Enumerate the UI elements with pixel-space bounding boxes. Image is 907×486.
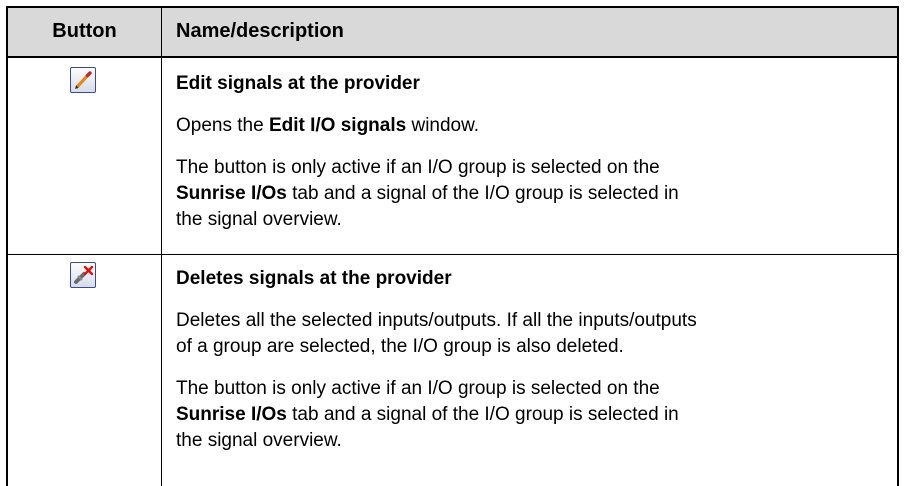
row-title: Deletes signals at the provider bbox=[176, 268, 452, 289]
table-border-right bbox=[897, 6, 899, 486]
table-border-top bbox=[6, 6, 899, 8]
column-divider bbox=[161, 6, 162, 486]
row-paragraph: The button is only active if an I/O grou… bbox=[176, 378, 679, 451]
row-paragraph: Deletes all the selected inputs/outputs.… bbox=[176, 310, 697, 357]
row-edit-description: Edit signals at the provider Opens the E… bbox=[176, 71, 886, 233]
header-divider bbox=[6, 56, 899, 58]
delete-signal-icon[interactable] bbox=[70, 262, 96, 288]
row-paragraph: The button is only active if an I/O grou… bbox=[176, 157, 679, 230]
column-header-button: Button bbox=[52, 20, 117, 42]
row-title: Edit signals at the provider bbox=[176, 73, 420, 94]
row-delete-description: Deletes signals at the provider Deletes … bbox=[176, 266, 886, 454]
table-border-left bbox=[6, 6, 8, 486]
row-paragraph: Opens the Edit I/O signals window. bbox=[176, 115, 480, 136]
row-divider bbox=[6, 254, 899, 255]
column-header-name: Name/description bbox=[176, 20, 344, 42]
edit-pencil-icon[interactable] bbox=[70, 67, 96, 93]
